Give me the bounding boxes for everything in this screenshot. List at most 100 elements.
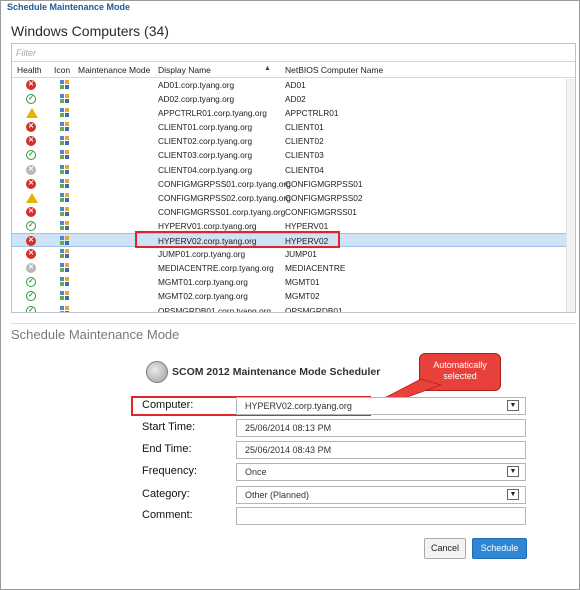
display-name-cell: OPSMGRDB01.corp.tyang.org xyxy=(158,305,271,313)
netbios-name-cell: CLIENT02 xyxy=(285,136,324,147)
grid-scrollbar[interactable] xyxy=(566,79,575,312)
netbios-name-cell: MGMT02 xyxy=(285,291,320,302)
display-name-cell: AD01.corp.tyang.org xyxy=(158,80,235,90)
table-row[interactable]: ✕ CONFIGMGRSS01.corp.tyang.org CONFIGMGRSS… xyxy=(12,205,575,219)
critical-health-icon: ✕ xyxy=(26,249,36,260)
table-row[interactable]: ✕ CLIENT04.corp.tyang.org CLIENT04 xyxy=(12,163,575,177)
table-row[interactable]: ✕ CLIENT02.corp.tyang.org CLIENT02 xyxy=(12,134,575,148)
critical-health-icon: ✕ xyxy=(26,136,36,147)
computer-icon xyxy=(60,136,69,146)
netbios-name-cell: CONFIGMGRSS01 xyxy=(285,206,357,217)
netbios-name-cell: AD01 xyxy=(285,80,306,90)
computer-icon xyxy=(60,277,69,287)
table-row[interactable]: ✕ CONFIGMGRPSS01.corp.tyang.org CONFIGMGRP… xyxy=(12,177,575,191)
computers-panel-title: Windows Computers (34) xyxy=(11,23,169,39)
display-name-cell: CLIENT02.corp.tyang.org xyxy=(158,136,253,147)
computer-icon xyxy=(60,291,69,301)
schedule-panel-title: Schedule Maintenance Mode xyxy=(11,327,180,342)
filter-input[interactable]: Filter xyxy=(12,44,575,62)
computer-icon xyxy=(60,150,69,160)
schedule-button[interactable]: Schedule xyxy=(472,538,527,559)
chevron-down-icon[interactable]: ▼ xyxy=(507,400,519,411)
category-value: Other (Planned) xyxy=(245,490,310,500)
table-row[interactable]: ✓ OPSMGRDB01.corp.tyang.org OPSMGRDB01 xyxy=(12,304,575,313)
table-row[interactable]: ✕ MEDIACENTRE.corp.tyang.org MEDIACENTRE xyxy=(12,261,575,275)
table-row[interactable]: ✓ MGMT01.corp.tyang.org MGMT01 xyxy=(12,275,575,289)
netbios-name-cell: HYPERV01 xyxy=(285,220,329,231)
computer-icon xyxy=(60,122,69,132)
table-row[interactable]: ✓ MGMT02.corp.tyang.org MGMT02 xyxy=(12,289,575,303)
column-header-icon[interactable]: Icon xyxy=(54,65,70,75)
cancel-button[interactable]: Cancel xyxy=(424,538,466,559)
comment-field[interactable] xyxy=(236,507,526,525)
table-row[interactable]: ✕ CLIENT01.corp.tyang.org CLIENT01 xyxy=(12,120,575,134)
column-header-health[interactable]: Health xyxy=(17,65,42,75)
healthy-health-icon: ✓ xyxy=(26,291,36,302)
netbios-name-cell: APPCTRLR01 xyxy=(285,108,339,119)
selected-row-highlight xyxy=(135,231,340,248)
critical-health-icon: ✕ xyxy=(26,122,36,133)
frequency-value: Once xyxy=(245,467,267,477)
frequency-select[interactable]: Once ▼ xyxy=(236,463,526,481)
unknown-health-icon: ✕ xyxy=(26,164,36,175)
computer-icon xyxy=(60,164,69,175)
logo-text: SCOM 2012 Maintenance Mode Scheduler xyxy=(172,366,381,378)
start-time-value: 25/06/2014 08:13 PM xyxy=(245,423,332,433)
table-row[interactable]: ✓ CLIENT03.corp.tyang.org CLIENT03 xyxy=(12,148,575,162)
category-select[interactable]: Other (Planned) ▼ xyxy=(236,486,526,504)
start-time-field[interactable]: 25/06/2014 08:13 PM xyxy=(236,419,526,437)
netbios-name-cell: MEDIACENTRE xyxy=(285,263,346,274)
computer-icon xyxy=(60,192,69,203)
chevron-down-icon[interactable]: ▼ xyxy=(507,466,519,477)
warning-health-icon xyxy=(26,108,38,119)
display-name-cell: MEDIACENTRE.corp.tyang.org xyxy=(158,263,274,274)
display-name-cell: JUMP01.corp.tyang.org xyxy=(158,249,246,260)
netbios-name-cell: AD02 xyxy=(285,94,306,105)
category-label: Category: xyxy=(142,488,190,500)
critical-health-icon: ✕ xyxy=(26,178,36,189)
computer-icon xyxy=(60,263,69,273)
column-header-netbios-name[interactable]: NetBIOS Computer Name xyxy=(285,65,383,75)
computer-label: Computer: xyxy=(142,399,194,411)
computer-icon xyxy=(60,108,69,118)
display-name-cell: HYPERV01.corp.tyang.org xyxy=(158,220,257,231)
column-header-maintenance-mode[interactable]: Maintenance Mode xyxy=(78,65,150,75)
computer-icon xyxy=(60,220,69,231)
netbios-name-cell: CLIENT01 xyxy=(285,122,324,133)
netbios-name-cell: CONFIGMGRPSS02 xyxy=(285,192,363,203)
computer-select[interactable]: HYPERV02.corp.tyang.org ▼ xyxy=(236,397,526,415)
display-name-cell: CONFIGMGRPSS02.corp.tyang.org xyxy=(158,192,291,203)
table-row[interactable]: CONFIGMGRPSS02.corp.tyang.org CONFIGMGRPS… xyxy=(12,191,575,205)
table-row[interactable]: ✓ AD02.corp.tyang.org AD02 xyxy=(12,92,575,106)
display-name-cell: APPCTRLR01.corp.tyang.org xyxy=(158,108,267,119)
display-name-cell: CLIENT04.corp.tyang.org xyxy=(158,164,253,175)
computer-value: HYPERV02.corp.tyang.org xyxy=(245,401,352,411)
healthy-health-icon: ✓ xyxy=(26,150,36,161)
start-time-label: Start Time: xyxy=(142,421,196,433)
grid-rows: ✕ AD01.corp.tyang.org AD01 ✓ AD02.corp.tyang… xyxy=(12,78,575,313)
chevron-down-icon[interactable]: ▼ xyxy=(507,489,519,500)
netbios-name-cell: CLIENT04 xyxy=(285,164,324,175)
netbios-name-cell: MGMT01 xyxy=(285,277,320,288)
unknown-health-icon: ✕ xyxy=(26,263,36,274)
computer-icon xyxy=(60,249,69,259)
column-header-display-name[interactable]: Display Name xyxy=(158,65,211,75)
display-name-cell: AD02.corp.tyang.org xyxy=(158,94,235,105)
table-row[interactable]: APPCTRLR01.corp.tyang.org APPCTRLR01 xyxy=(12,106,575,120)
netbios-name-cell: CLIENT03 xyxy=(285,150,324,161)
computer-icon xyxy=(60,305,69,312)
window-title: Schedule Maintenance Mode xyxy=(1,1,579,15)
display-name-cell: MGMT01.corp.tyang.org xyxy=(158,277,248,288)
display-name-cell: CONFIGMGRSS01.corp.tyang.org xyxy=(158,206,286,217)
schedule-maintenance-window: Schedule Maintenance Mode Windows Comput… xyxy=(0,0,580,590)
table-row[interactable]: ✕ AD01.corp.tyang.org AD01 xyxy=(12,78,575,92)
disc-icon xyxy=(146,361,168,383)
healthy-health-icon: ✓ xyxy=(26,94,36,105)
display-name-cell: CONFIGMGRPSS01.corp.tyang.org xyxy=(158,178,291,189)
critical-health-icon: ✕ xyxy=(26,206,36,217)
healthy-health-icon: ✓ xyxy=(26,277,36,288)
end-time-field[interactable]: 25/06/2014 08:43 PM xyxy=(236,441,526,459)
end-time-label: End Time: xyxy=(142,443,192,455)
table-row[interactable]: ✕ JUMP01.corp.tyang.org JUMP01 xyxy=(12,247,575,261)
end-time-value: 25/06/2014 08:43 PM xyxy=(245,445,332,455)
